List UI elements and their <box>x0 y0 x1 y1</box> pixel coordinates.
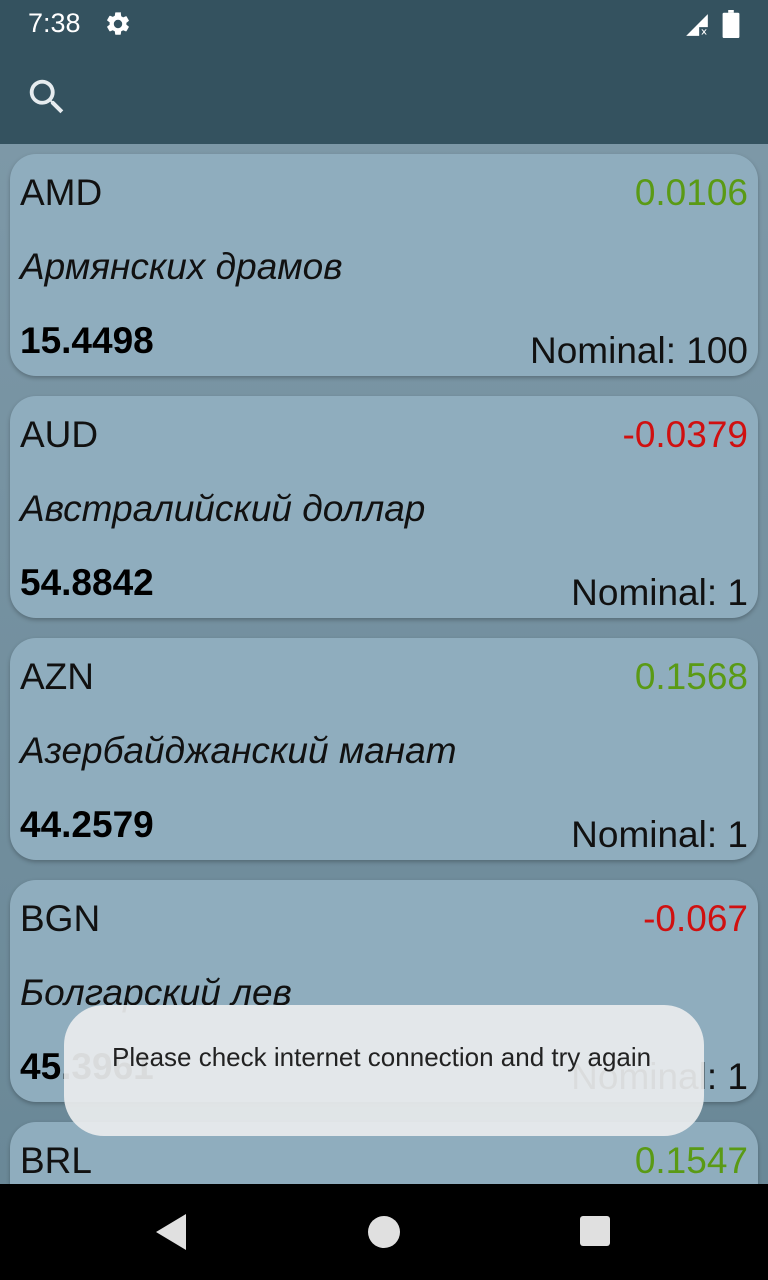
currency-name: Армянских драмов <box>20 246 343 287</box>
navigation-bar <box>0 1184 768 1280</box>
currency-rate: 44.2579 <box>20 804 154 845</box>
recent-apps-icon[interactable] <box>580 1216 610 1246</box>
currency-change: -0.067 <box>643 898 748 939</box>
currency-code: BRL <box>20 1140 92 1181</box>
currency-name: Австралийский доллар <box>20 488 426 529</box>
currency-card-azn[interactable]: AZN 0.1568 Азербайджанский манат 44.2579… <box>10 638 758 860</box>
settings-gear-icon <box>107 12 129 35</box>
currency-code: AZN <box>20 656 94 697</box>
currency-change: 0.1568 <box>634 656 748 697</box>
currency-rate: 54.8842 <box>20 562 154 603</box>
toast-text: Please check internet connection and try… <box>112 1042 652 1072</box>
currency-rate: 15.4498 <box>20 320 154 361</box>
currency-code: AMD <box>20 172 103 213</box>
search-icon[interactable] <box>24 74 70 120</box>
currency-name: Азербайджанский манат <box>20 730 457 771</box>
currency-change: 0.1547 <box>634 1140 748 1181</box>
currency-card-amd[interactable]: AMD 0.0106 Армянских драмов 15.4498 Nomi… <box>10 154 758 376</box>
home-icon[interactable] <box>368 1216 400 1248</box>
currency-nominal: Nominal: 1 <box>571 572 748 613</box>
currency-change: 0.0106 <box>634 172 748 213</box>
app-toolbar <box>0 48 768 144</box>
signal-no-data-icon <box>686 14 708 36</box>
currency-code: BGN <box>20 898 101 939</box>
currency-nominal: Nominal: 1 <box>571 814 748 855</box>
currency-code: AUD <box>20 414 99 455</box>
back-icon[interactable] <box>156 1214 186 1250</box>
currency-nominal: Nominal: 100 <box>529 330 748 371</box>
currency-change: -0.0379 <box>622 414 749 455</box>
battery-icon <box>722 10 740 38</box>
status-time: 7:38 <box>28 8 81 38</box>
status-bar: 7:38 <box>0 0 768 48</box>
toast-message: Please check internet connection and try… <box>64 1005 704 1136</box>
currency-card-aud[interactable]: AUD -0.0379 Австралийский доллар 54.8842… <box>10 396 758 618</box>
